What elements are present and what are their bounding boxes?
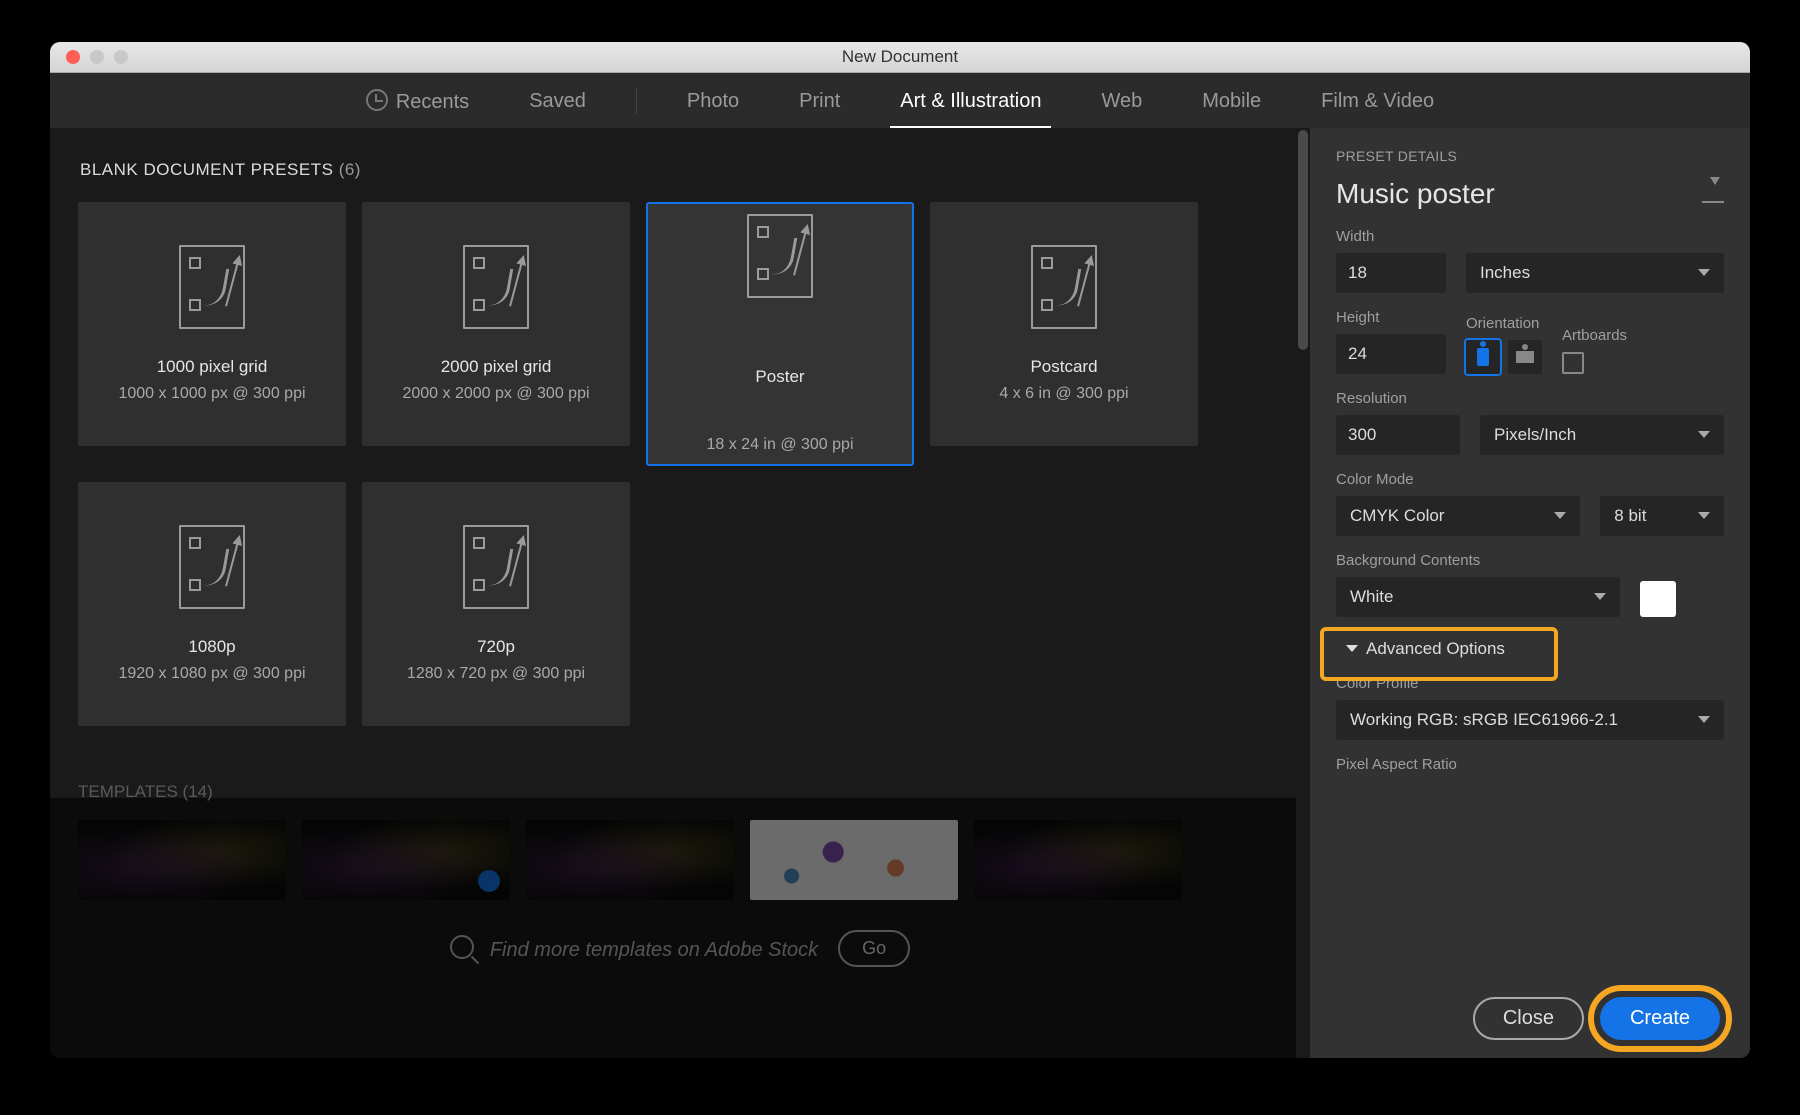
template-thumbnail[interactable] [78, 820, 286, 900]
preset-postcard[interactable]: Postcard4 x 6 in @ 300 ppi [930, 202, 1198, 446]
document-icon [463, 525, 529, 609]
artboards-label: Artboards [1562, 327, 1627, 344]
chevron-down-icon [1346, 645, 1358, 658]
tab-print[interactable]: Print [789, 90, 850, 113]
landscape-icon [1516, 351, 1534, 363]
template-thumbnail[interactable] [750, 820, 958, 900]
units-select[interactable]: Inches [1466, 253, 1724, 293]
dialog-footer: Close Create [1310, 978, 1750, 1058]
chevron-down-icon [1554, 512, 1566, 525]
color-profile-label: Color Profile [1336, 675, 1724, 692]
document-icon [1031, 245, 1097, 329]
preset-poster[interactable]: Poster18 x 24 in @ 300 ppi [646, 202, 914, 466]
scrollbar-thumb[interactable] [1298, 130, 1308, 350]
zoom-window-icon[interactable] [114, 50, 128, 64]
templates-row [78, 820, 1282, 900]
orientation-portrait-button[interactable] [1466, 340, 1500, 374]
chevron-down-icon [1698, 512, 1710, 525]
templates-heading: TEMPLATES (14) [78, 782, 1282, 802]
advanced-options-toggle[interactable]: Advanced Options [1336, 633, 1515, 665]
preset-name-input[interactable]: Music poster [1336, 178, 1495, 210]
width-input[interactable] [1336, 253, 1446, 293]
tab-art-illustration[interactable]: Art & Illustration [890, 90, 1051, 113]
template-thumbnail[interactable] [526, 820, 734, 900]
bit-depth-select[interactable]: 8 bit [1600, 496, 1724, 536]
height-input[interactable] [1336, 334, 1446, 374]
document-icon [179, 245, 245, 329]
background-color-swatch[interactable] [1640, 581, 1676, 617]
preset-details-panel: PRESET DETAILS Music poster Width Inches… [1310, 128, 1750, 1058]
chevron-down-icon [1594, 593, 1606, 606]
artboards-checkbox[interactable] [1562, 352, 1584, 374]
document-icon [463, 245, 529, 329]
color-mode-select[interactable]: CMYK Color [1336, 496, 1580, 536]
orientation-label: Orientation [1466, 315, 1542, 332]
blank-presets-heading: BLANK DOCUMENT PRESETS (6) [80, 160, 1282, 180]
document-icon [747, 214, 813, 298]
new-document-window: New Document Recents Saved Photo Print A… [50, 42, 1750, 1058]
template-thumbnail[interactable] [974, 820, 1182, 900]
background-contents-select[interactable]: White [1336, 577, 1620, 617]
color-profile-select[interactable]: Working RGB: sRGB IEC61966-2.1 [1336, 700, 1724, 740]
height-label: Height [1336, 309, 1446, 326]
clock-icon [366, 89, 388, 111]
tab-photo[interactable]: Photo [677, 90, 749, 113]
tab-web[interactable]: Web [1091, 90, 1152, 113]
scrollbar-track [1296, 128, 1310, 1058]
width-label: Width [1336, 228, 1724, 245]
resolution-input[interactable] [1336, 415, 1460, 455]
color-mode-label: Color Mode [1336, 471, 1724, 488]
tab-saved[interactable]: Saved [519, 90, 596, 113]
search-icon [450, 935, 474, 959]
tab-film-video[interactable]: Film & Video [1311, 90, 1444, 113]
chevron-down-icon [1698, 716, 1710, 729]
category-tabs: Recents Saved Photo Print Art & Illustra… [50, 73, 1750, 129]
titlebar: New Document [50, 42, 1750, 73]
go-button[interactable]: Go [838, 930, 910, 967]
chevron-down-icon [1698, 431, 1710, 444]
tab-mobile[interactable]: Mobile [1192, 90, 1271, 113]
close-button[interactable]: Close [1473, 997, 1584, 1040]
preset-2000-pixel-grid[interactable]: 2000 pixel grid2000 x 2000 px @ 300 ppi [362, 202, 630, 446]
portrait-icon [1477, 348, 1489, 366]
save-preset-icon[interactable] [1702, 185, 1724, 203]
window-title: New Document [842, 47, 958, 66]
document-icon [179, 525, 245, 609]
chevron-down-icon [1698, 269, 1710, 282]
preset-720p[interactable]: 720p1280 x 720 px @ 300 ppi [362, 482, 630, 726]
preset-1080p[interactable]: 1080p1920 x 1080 px @ 300 ppi [78, 482, 346, 726]
check-badge-icon [478, 870, 500, 892]
pixel-aspect-ratio-label: Pixel Aspect Ratio [1336, 756, 1724, 773]
background-contents-label: Background Contents [1336, 552, 1724, 569]
minimize-window-icon[interactable] [90, 50, 104, 64]
template-thumbnail[interactable] [302, 820, 510, 900]
window-controls [66, 50, 128, 64]
close-window-icon[interactable] [66, 50, 80, 64]
tab-separator [636, 88, 637, 114]
orientation-landscape-button[interactable] [1508, 340, 1542, 374]
resolution-units-select[interactable]: Pixels/Inch [1480, 415, 1724, 455]
preset-1000-pixel-grid[interactable]: 1000 pixel grid1000 x 1000 px @ 300 ppi [78, 202, 346, 446]
create-button[interactable]: Create [1600, 997, 1720, 1040]
resolution-label: Resolution [1336, 390, 1724, 407]
presets-panel: BLANK DOCUMENT PRESETS (6) 1000 pixel gr… [50, 128, 1310, 1058]
stock-search-input[interactable]: Find more templates on Adobe Stock [450, 935, 818, 962]
tab-recents[interactable]: Recents [356, 89, 479, 114]
preset-details-heading: PRESET DETAILS [1336, 148, 1724, 164]
